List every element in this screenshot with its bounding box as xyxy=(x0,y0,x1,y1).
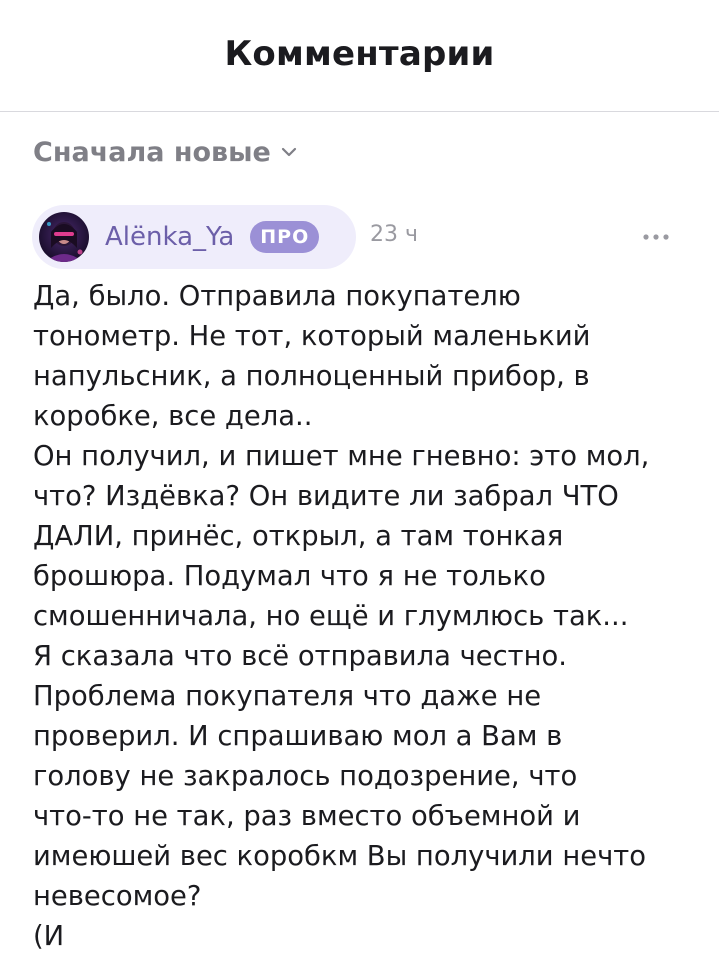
more-horizontal-icon xyxy=(643,234,669,240)
comment-timestamp: 23 ч xyxy=(370,222,418,247)
author-chip[interactable]: Alёnka_Ya ПРО xyxy=(32,205,356,269)
avatar[interactable] xyxy=(39,212,89,262)
pro-badge: ПРО xyxy=(250,221,320,253)
page-header: Комментарии xyxy=(0,0,719,112)
author-name: Alёnka_Ya xyxy=(105,222,235,252)
more-options-button[interactable] xyxy=(636,222,676,252)
avatar-image xyxy=(39,212,89,262)
chevron-down-icon xyxy=(281,147,296,157)
sort-label: Сначала новые xyxy=(33,136,271,168)
comment-text: Да, было. Отправила покупателю тонометр.… xyxy=(33,281,650,952)
page-title: Комментарии xyxy=(224,34,495,74)
sort-dropdown[interactable]: Сначала новые xyxy=(33,134,299,170)
